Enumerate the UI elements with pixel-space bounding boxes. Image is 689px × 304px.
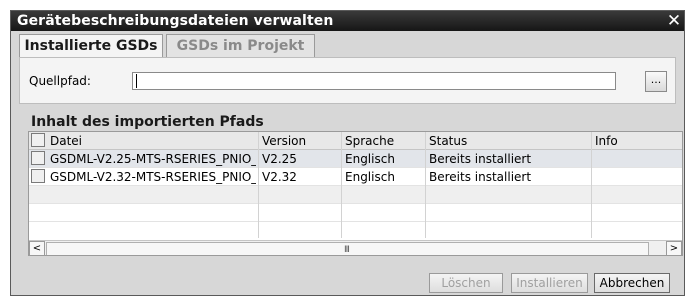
cell-status: Bereits installiert bbox=[429, 170, 532, 184]
manage-gsd-dialog: Gerätebeschreibungsdateien verwalten ✕ I… bbox=[10, 10, 685, 296]
column-header-status[interactable]: Status bbox=[429, 134, 467, 148]
cell-status: Bereits installiert bbox=[429, 152, 532, 166]
cell-language: Englisch bbox=[345, 152, 395, 166]
close-icon[interactable]: ✕ bbox=[664, 11, 684, 31]
source-path-label: Quellpfad: bbox=[29, 74, 91, 88]
install-button[interactable]: Installieren bbox=[511, 273, 588, 293]
table-row[interactable]: GSDML-V2.25-MTS-RSERIES_PNIO_... V2.25 E… bbox=[29, 150, 682, 168]
column-header-language[interactable]: Sprache bbox=[345, 134, 394, 148]
cell-version: V2.25 bbox=[262, 152, 297, 166]
dialog-footer: Löschen Installieren Abbrechen bbox=[11, 265, 684, 295]
source-path-input[interactable] bbox=[132, 72, 616, 90]
browse-button[interactable]: ... bbox=[645, 71, 667, 92]
column-header-version[interactable]: Version bbox=[262, 134, 306, 148]
cancel-button[interactable]: Abbrechen bbox=[594, 273, 670, 293]
cell-file: GSDML-V2.32-MTS-RSERIES_PNIO_I... bbox=[50, 170, 256, 184]
column-header-info[interactable]: Info bbox=[595, 134, 618, 148]
select-all-checkbox[interactable] bbox=[31, 133, 45, 147]
text-caret bbox=[136, 74, 137, 88]
column-divider bbox=[591, 132, 592, 238]
title-bar[interactable]: Gerätebeschreibungsdateien verwalten ✕ bbox=[11, 11, 684, 31]
column-divider bbox=[341, 132, 342, 238]
column-header-file[interactable]: Datei bbox=[50, 134, 82, 148]
table-row[interactable]: GSDML-V2.32-MTS-RSERIES_PNIO_I... V2.32 … bbox=[29, 168, 682, 186]
scroll-thumb[interactable]: III bbox=[46, 242, 649, 255]
arrow-left-icon[interactable]: < bbox=[29, 241, 45, 255]
cell-version: V2.32 bbox=[262, 170, 297, 184]
row-checkbox[interactable] bbox=[31, 169, 45, 183]
grip-icon: III bbox=[344, 245, 350, 255]
empty-row bbox=[29, 204, 682, 222]
arrow-right-icon[interactable]: > bbox=[666, 241, 682, 255]
tab-strip: Installierte GSDs GSDs im Projekt bbox=[11, 31, 684, 58]
tab-installed-gsds[interactable]: Installierte GSDs bbox=[19, 34, 163, 58]
cell-language: Englisch bbox=[345, 170, 395, 184]
horizontal-scrollbar[interactable]: < III > bbox=[29, 240, 682, 255]
dialog-title: Gerätebeschreibungsdateien verwalten bbox=[17, 13, 334, 29]
delete-button[interactable]: Löschen bbox=[429, 273, 503, 293]
tab-gsds-in-project[interactable]: GSDs im Projekt bbox=[166, 34, 315, 57]
column-divider bbox=[258, 132, 259, 238]
source-path-panel: Quellpfad: ... bbox=[19, 57, 676, 104]
row-checkbox[interactable] bbox=[31, 151, 45, 165]
empty-row bbox=[29, 186, 682, 204]
column-divider bbox=[425, 132, 426, 238]
section-title: Inhalt des importierten Pfads bbox=[31, 114, 264, 130]
cell-file: GSDML-V2.25-MTS-RSERIES_PNIO_... bbox=[50, 152, 256, 166]
gsd-table: Datei Version Sprache Status Info GSDML-… bbox=[28, 131, 683, 256]
table-header: Datei Version Sprache Status Info bbox=[29, 132, 682, 150]
